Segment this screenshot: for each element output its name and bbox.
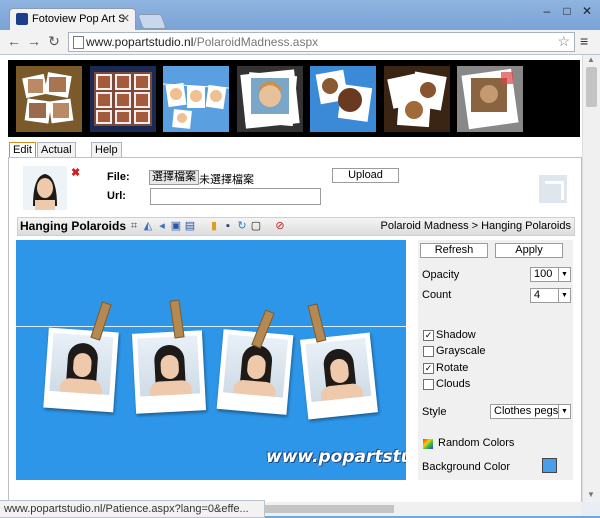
tab-strip: Fotoview Pop Art Studio ✕ – □ ✕ bbox=[0, 0, 600, 31]
close-window-icon[interactable]: ✕ bbox=[578, 4, 596, 18]
thumb-4[interactable] bbox=[237, 66, 303, 132]
rotate-checkbox[interactable]: ✓ bbox=[423, 363, 434, 374]
effect-title: Hanging Polaroids bbox=[20, 219, 127, 233]
tab-edit[interactable]: Edit bbox=[9, 142, 36, 158]
shadow-label: Shadow bbox=[436, 329, 476, 341]
crop-icon[interactable]: ⌗ bbox=[128, 220, 140, 232]
info-icon[interactable]: ▮ bbox=[208, 220, 220, 232]
browser-window: Fotoview Pop Art Studio ✕ – □ ✕ ← → ↻ ww… bbox=[0, 0, 600, 518]
effect-thumbnail-strip bbox=[8, 60, 580, 137]
new-tab-button[interactable] bbox=[137, 14, 167, 29]
style-select[interactable]: Clothes pegs ▼ bbox=[490, 404, 571, 419]
background-color-swatch[interactable] bbox=[542, 458, 557, 473]
random-colors-icon[interactable] bbox=[423, 439, 433, 449]
polaroid-1 bbox=[43, 327, 119, 413]
opacity-select[interactable]: 100 ▼ bbox=[530, 267, 571, 282]
polaroid-4 bbox=[300, 332, 378, 420]
grayscale-label: Grayscale bbox=[436, 345, 486, 357]
edit-panel: ✖ File: 選擇檔案 未選擇檔案 Url: Upload Hanging P… bbox=[8, 157, 582, 502]
count-label: Count bbox=[422, 289, 452, 301]
browser-tab[interactable]: Fotoview Pop Art Studio ✕ bbox=[9, 8, 136, 31]
bookmark-star-icon[interactable]: ☆ bbox=[557, 33, 570, 50]
minimize-icon[interactable]: – bbox=[538, 4, 556, 18]
settings-panel: Refresh Apply Opacity 100 ▼ Count 4 ▼ ✓ Sh… bbox=[418, 240, 573, 480]
refresh-button[interactable]: Refresh bbox=[420, 243, 488, 258]
page-icon bbox=[73, 36, 84, 49]
avatar bbox=[23, 166, 67, 210]
style-label: Style bbox=[422, 406, 447, 418]
clouds-checkbox[interactable] bbox=[423, 379, 434, 390]
status-bar: www.popartstudio.nl/Patience.aspx?lang=0… bbox=[0, 500, 265, 518]
scroll-up-icon[interactable]: ▲ bbox=[587, 55, 595, 64]
thumb-3[interactable] bbox=[163, 66, 229, 132]
effect-toolbar: Hanging Polaroids ⌗ ◭ ◂ ▣ ▤ ▮ ▪ ↻ ▢ ⊘ Po… bbox=[17, 217, 575, 236]
upload-button[interactable]: Upload bbox=[332, 168, 399, 183]
save-icon[interactable]: ▪ bbox=[222, 220, 234, 232]
address-bar[interactable]: www.popartstudio.nl/PolaroidMadness.aspx… bbox=[68, 32, 575, 52]
close-tab-icon[interactable]: ✕ bbox=[121, 12, 130, 25]
reload-icon[interactable]: ↻ bbox=[46, 33, 62, 50]
scroll-down-icon[interactable]: ▼ bbox=[587, 490, 595, 499]
address-text: www.popartstudio.nl/PolaroidMadness.aspx bbox=[86, 35, 319, 49]
remove-image-icon[interactable]: ✖ bbox=[71, 166, 80, 179]
apply-button[interactable]: Apply bbox=[495, 243, 563, 258]
file-status: 未選擇檔案 bbox=[199, 174, 254, 186]
watermark: www.popartstudio.nl bbox=[266, 447, 406, 467]
shadow-checkbox[interactable]: ✓ bbox=[423, 330, 434, 341]
fullscreen-icon[interactable]: ▢ bbox=[250, 220, 262, 232]
rotate-label: Rotate bbox=[436, 362, 469, 374]
opacity-label: Opacity bbox=[422, 269, 460, 281]
maximize-icon[interactable]: □ bbox=[558, 4, 576, 18]
thumb-5[interactable] bbox=[310, 66, 376, 132]
scroll-thumb[interactable] bbox=[586, 67, 597, 107]
refresh-icon[interactable]: ↻ bbox=[236, 220, 248, 232]
url-label: Url: bbox=[107, 190, 126, 202]
breadcrumb: Polaroid Madness > Hanging Polaroids bbox=[380, 220, 571, 232]
menu-icon[interactable]: ≡ bbox=[580, 33, 588, 49]
vertical-scrollbar[interactable]: ▲ ▼ bbox=[582, 55, 600, 502]
thumb-7[interactable] bbox=[457, 66, 523, 132]
polaroid-2 bbox=[131, 330, 207, 414]
chevron-down-icon: ▼ bbox=[558, 268, 570, 281]
thumb-6[interactable] bbox=[384, 66, 450, 132]
flip-icon[interactable]: ◭ bbox=[142, 220, 154, 232]
favicon-icon bbox=[16, 13, 28, 25]
forward-icon[interactable]: → bbox=[26, 33, 42, 49]
grayscale-checkbox[interactable] bbox=[423, 346, 434, 357]
back-icon[interactable]: ← bbox=[6, 33, 22, 49]
rope-line bbox=[16, 326, 406, 327]
chevron-down-icon: ▼ bbox=[558, 289, 570, 302]
layers-icon[interactable]: ▣ bbox=[170, 220, 182, 232]
random-colors-label[interactable]: Random Colors bbox=[438, 437, 514, 449]
clouds-label: Clouds bbox=[436, 378, 471, 390]
count-select[interactable]: 4 ▼ bbox=[530, 288, 571, 303]
tab-title: Fotoview Pop Art Studio bbox=[32, 13, 124, 25]
rotate-left-icon[interactable]: ◂ bbox=[156, 220, 168, 232]
page-content: Edit Actual Size Help ✖ File: 選擇檔案 未選擇檔案… bbox=[0, 55, 582, 502]
tab-help[interactable]: Help bbox=[91, 142, 122, 158]
url-input[interactable] bbox=[150, 188, 321, 205]
choose-file-button[interactable]: 選擇檔案 bbox=[149, 170, 199, 185]
cancel-icon[interactable]: ⊘ bbox=[274, 220, 286, 232]
thumb-2[interactable] bbox=[90, 66, 156, 132]
chevron-down-icon: ▼ bbox=[558, 405, 570, 418]
browser-toolbar: ← → ↻ www.popartstudio.nl/PolaroidMadnes… bbox=[0, 30, 600, 55]
tab-actual-size[interactable]: Actual Size bbox=[37, 142, 76, 170]
background-color-label: Background Color bbox=[422, 461, 511, 473]
file-label: File: bbox=[107, 171, 130, 183]
preview-canvas: www.popartstudio.nl bbox=[16, 240, 406, 480]
thumb-1[interactable] bbox=[16, 66, 82, 132]
arrange-icon[interactable]: ▤ bbox=[184, 220, 196, 232]
clothes-peg-4 bbox=[307, 303, 327, 343]
expand-icon[interactable] bbox=[539, 175, 567, 203]
